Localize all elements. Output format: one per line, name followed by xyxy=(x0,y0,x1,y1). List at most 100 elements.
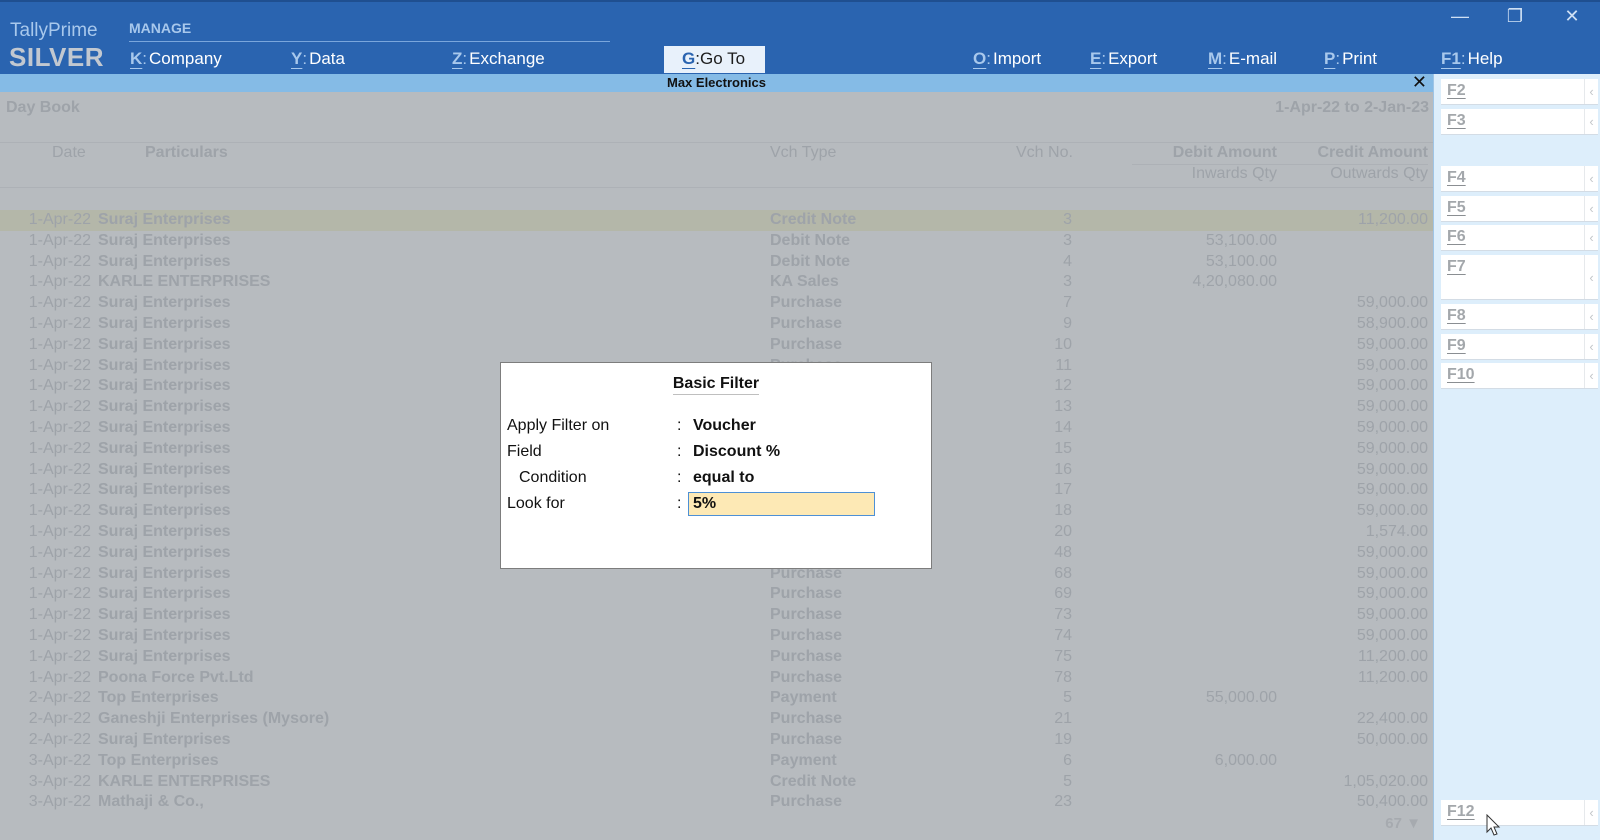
fkey-button-f2[interactable]: F2 ‹ xyxy=(1441,79,1598,105)
menu-email[interactable]: M: E-mail xyxy=(1208,49,1277,69)
look-for-input[interactable] xyxy=(688,492,875,516)
col-header-outwards: Outwards Qty xyxy=(1330,165,1428,182)
chevron-left-icon[interactable]: ‹ xyxy=(1584,363,1598,388)
menu-label: Company xyxy=(149,49,222,68)
credit-cell: 59,000.00 xyxy=(1356,543,1428,561)
vch-no-cell: 13 xyxy=(1054,398,1072,416)
chevron-left-icon[interactable]: ‹ xyxy=(1584,304,1598,329)
vch-no-cell: 6 xyxy=(1063,751,1072,769)
table-row[interactable]: 3-Apr-22 Top Enterprises Payment 6 6,000.00 xyxy=(0,751,1433,772)
window-close-icon[interactable]: ✕ xyxy=(1560,6,1584,27)
fkey-button-f9[interactable]: F9 ‹ xyxy=(1441,334,1598,360)
menu-export[interactable]: E: Export xyxy=(1090,49,1157,69)
chevron-left-icon[interactable]: ‹ xyxy=(1584,79,1598,104)
menu-import[interactable]: O: Import xyxy=(973,49,1041,69)
more-rows-indicator[interactable]: 67 ▼ xyxy=(1385,815,1421,832)
menu-exchange[interactable]: Z: Exchange xyxy=(452,49,545,69)
colon: : xyxy=(677,443,682,460)
table-row[interactable]: 1-Apr-22 Suraj Enterprises Purchase 74 59,00… xyxy=(0,626,1433,647)
report-close-icon[interactable]: ✕ xyxy=(1412,72,1427,93)
date-cell: 2-Apr-22 xyxy=(28,710,91,728)
shortcut-key: G xyxy=(682,49,696,68)
field-value[interactable]: Discount % xyxy=(693,443,780,461)
vch-type-cell: Credit Note xyxy=(770,772,857,790)
table-row[interactable]: 1-Apr-22 Suraj Enterprises Purchase 73 59,00… xyxy=(0,605,1433,626)
goto-button[interactable]: G:Go To xyxy=(664,46,765,73)
col-header-credit: Credit Amount xyxy=(1317,144,1428,161)
table-row[interactable]: 3-Apr-22 Mathaji & Co., Purchase 23 50,400.0… xyxy=(0,792,1433,813)
manage-section-label: MANAGE xyxy=(129,20,192,36)
chevron-left-icon[interactable]: ‹ xyxy=(1584,334,1598,359)
fkey-button-f6[interactable]: F6 ‹ xyxy=(1441,225,1598,251)
date-cell: 2-Apr-22 xyxy=(28,730,91,748)
table-row[interactable]: 3-Apr-22 KARLE ENTERPRISES Credit Note 5 1,0… xyxy=(0,772,1433,793)
fkey-button-f4[interactable]: F4 ‹ xyxy=(1441,166,1598,192)
vch-type-cell: Debit Note xyxy=(770,231,850,249)
fkey-button-f10[interactable]: F10 ‹ xyxy=(1441,363,1598,389)
shortcut-key: M xyxy=(1208,49,1223,68)
chevron-left-icon[interactable]: ‹ xyxy=(1584,196,1598,221)
vch-no-cell: 78 xyxy=(1054,668,1072,686)
date-cell: 1-Apr-22 xyxy=(28,398,91,416)
fkey-label: F10 xyxy=(1447,366,1475,383)
date-cell: 1-Apr-22 xyxy=(28,231,91,249)
credit-cell: 59,000.00 xyxy=(1356,564,1428,582)
menu-label: E-mail xyxy=(1228,49,1278,68)
particulars-cell: Suraj Enterprises xyxy=(98,377,231,395)
menu-data[interactable]: Y: Data xyxy=(291,49,345,69)
menu-help[interactable]: F1: Help xyxy=(1441,49,1503,69)
menu-label: Exchange xyxy=(469,49,545,68)
credit-cell: 59,000.00 xyxy=(1356,585,1428,603)
debit-cell: 53,100.00 xyxy=(1205,231,1277,249)
chevron-left-icon[interactable]: ‹ xyxy=(1584,800,1598,825)
debit-cell: 4,20,080.00 xyxy=(1192,273,1277,291)
fkey-label: F12 xyxy=(1447,803,1475,820)
col-header-debit: Debit Amount xyxy=(1172,144,1277,161)
table-row[interactable]: 1-Apr-22 Suraj Enterprises Purchase 75 11,20… xyxy=(0,647,1433,668)
vch-no-cell: 3 xyxy=(1063,231,1072,249)
table-row[interactable]: 1-Apr-22 Suraj Enterprises Purchase 69 59,00… xyxy=(0,584,1433,605)
vch-no-cell: 12 xyxy=(1054,377,1072,395)
table-row[interactable]: 1-Apr-22 Suraj Enterprises Debit Note 3 53,1… xyxy=(0,231,1433,252)
table-row[interactable]: 2-Apr-22 Top Enterprises Payment 5 55,000.00 xyxy=(0,688,1433,709)
fkey-label: F6 xyxy=(1447,228,1466,245)
table-row[interactable]: 1-Apr-22 Suraj Enterprises Purchase 7 59,000… xyxy=(0,293,1433,314)
vch-type-cell: Purchase xyxy=(770,585,843,603)
minimize-icon[interactable]: — xyxy=(1448,6,1472,27)
apply-filter-value[interactable]: Voucher xyxy=(693,417,756,435)
table-row[interactable]: 1-Apr-22 Suraj Enterprises Purchase 10 59,00… xyxy=(0,335,1433,356)
chevron-left-icon[interactable]: ‹ xyxy=(1584,109,1598,134)
table-row[interactable]: 1-Apr-22 Suraj Enterprises Purchase 9 58,900… xyxy=(0,314,1433,335)
menu-print[interactable]: P: Print xyxy=(1324,49,1377,69)
table-row[interactable]: 1-Apr-22 KARLE ENTERPRISES KA Sales 3 4,20,0… xyxy=(0,272,1433,293)
vch-type-cell: Purchase xyxy=(770,710,843,728)
report-period[interactable]: 1-Apr-22 to 2-Jan-23 xyxy=(1275,99,1429,117)
table-row[interactable]: 1-Apr-22 Suraj Enterprises Debit Note 4 53,1… xyxy=(0,252,1433,273)
menu-company[interactable]: K: Company xyxy=(130,49,222,69)
table-row[interactable]: 1-Apr-22 Poona Force Pvt.Ltd Purchase 78 11,… xyxy=(0,668,1433,689)
credit-cell: 1,574.00 xyxy=(1365,522,1428,540)
restore-icon[interactable]: ❐ xyxy=(1503,6,1527,27)
colon: : xyxy=(677,495,682,512)
chevron-left-icon[interactable]: ‹ xyxy=(1584,225,1598,250)
fkey-button-f8[interactable]: F8 ‹ xyxy=(1441,304,1598,330)
fkey-button-f5[interactable]: F5 ‹ xyxy=(1441,196,1598,222)
table-row[interactable]: 2-Apr-22 Suraj Enterprises Purchase 19 50,00… xyxy=(0,730,1433,751)
fkey-button-f7[interactable]: F7 ‹ xyxy=(1441,255,1598,300)
condition-value[interactable]: equal to xyxy=(693,469,754,487)
col-header-vch-no: Vch No. xyxy=(1016,144,1073,161)
date-cell: 1-Apr-22 xyxy=(28,252,91,270)
particulars-cell: Suraj Enterprises xyxy=(98,356,231,374)
fkey-label: F7 xyxy=(1447,258,1466,275)
particulars-cell: Suraj Enterprises xyxy=(98,211,231,228)
credit-cell: 59,000.00 xyxy=(1356,335,1428,353)
fkey-button-f3[interactable]: F3 ‹ xyxy=(1441,109,1598,135)
table-row[interactable]: 2-Apr-22 Ganeshji Enterprises (Mysore) Pur… xyxy=(0,709,1433,730)
chevron-left-icon[interactable]: ‹ xyxy=(1584,255,1598,299)
fkey-button-f12[interactable]: F12 ‹ xyxy=(1441,800,1598,826)
date-cell: 3-Apr-22 xyxy=(28,772,91,790)
chevron-left-icon[interactable]: ‹ xyxy=(1584,166,1598,191)
vch-type-cell: Purchase xyxy=(770,335,843,353)
table-row[interactable]: 1-Apr-22 Suraj Enterprises Credit Note 3 11,… xyxy=(0,210,1433,231)
menu-label: Go To xyxy=(699,49,746,68)
